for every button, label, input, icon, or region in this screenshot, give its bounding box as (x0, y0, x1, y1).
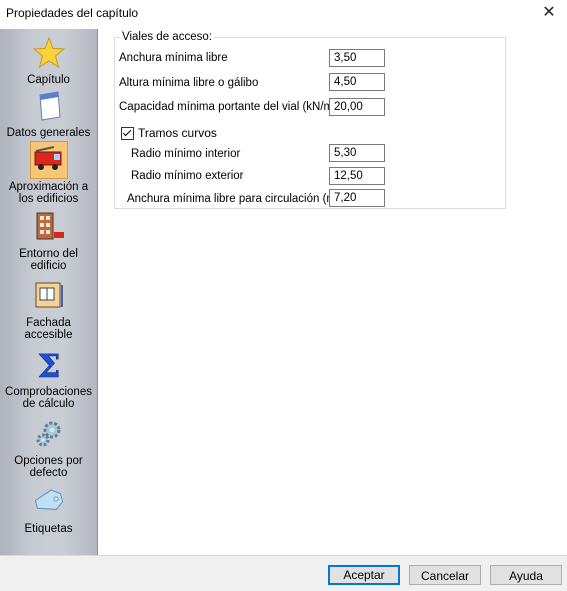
anchura-field[interactable] (329, 49, 385, 67)
sidebar-item-label: Comprobaciones de cálculo (5, 386, 92, 410)
radio-interior-label: Radio mínimo interior (131, 148, 241, 160)
viales-group: Viales de acceso: Anchura mínima libre A… (114, 31, 506, 209)
altura-field[interactable] (329, 73, 385, 91)
sidebar-item-label: Capítulo (27, 74, 70, 86)
radio-exterior-label: Radio mínimo exterior (131, 170, 244, 182)
sidebar-item-label: Etiquetas (24, 523, 73, 535)
capacidad-field[interactable] (329, 98, 385, 116)
sidebar-item-aproximacion[interactable]: Aproximación a los edificios (0, 141, 97, 205)
sidebar-item-entorno[interactable]: Entorno del edificio (0, 210, 97, 272)
sidebar-item-label: Aproximación a los edificios (8, 181, 89, 205)
radio-interior-field[interactable] (329, 144, 385, 162)
close-icon[interactable]: ✕ (539, 3, 559, 23)
sidebar-item-label: Datos generales (6, 127, 91, 139)
content-panel: Viales de acceso: Anchura mínima libre A… (98, 29, 567, 555)
sidebar-item-label: Fachada accesible (24, 317, 73, 341)
anchura-circulacion-label: Anchura mínima libre para circulación (m… (127, 193, 344, 205)
check-icon[interactable] (121, 126, 134, 140)
document-icon (38, 91, 61, 121)
gears-icon (36, 421, 60, 447)
building-icon (36, 212, 64, 240)
capacidad-label: Capacidad mínima portante del vial (kN/m… (119, 101, 344, 113)
sidebar-item-fachada[interactable]: Fachada accesible (0, 279, 97, 341)
help-button[interactable]: Ayuda (490, 565, 562, 585)
sidebar-item-datos-generales[interactable]: Datos generales (0, 89, 97, 139)
star-icon (32, 36, 65, 69)
sidebar: Capítulo Datos generales Aproximación a … (0, 29, 98, 555)
sidebar-item-opciones[interactable]: Opciones por defecto (0, 417, 97, 479)
fire-truck-icon (34, 146, 61, 170)
tag-icon (34, 489, 63, 510)
altura-label: Altura mínima libre o gálibo (119, 77, 259, 89)
sidebar-item-capitulo[interactable]: Capítulo (0, 36, 97, 86)
sidebar-item-label: Entorno del edificio (19, 248, 78, 272)
sidebar-item-label: Opciones por defecto (14, 455, 83, 479)
window-title: Propiedades del capítulo (6, 6, 139, 20)
button-bar: Aceptar Cancelar Ayuda (0, 555, 567, 591)
facade-icon (35, 282, 63, 308)
tramos-curvos-checkbox[interactable]: Tramos curvos (121, 126, 217, 140)
anchura-label: Anchura mínima libre (119, 52, 228, 64)
cancel-button[interactable]: Cancelar (409, 565, 481, 585)
accept-button[interactable]: Aceptar (328, 565, 400, 585)
tramos-curvos-label: Tramos curvos (138, 126, 217, 140)
sidebar-item-etiquetas[interactable]: Etiquetas (0, 485, 97, 535)
anchura-circulacion-field[interactable] (329, 189, 385, 207)
sidebar-item-comprobaciones[interactable]: Σ Comprobaciones de cálculo (0, 348, 97, 410)
sigma-icon: Σ (37, 348, 60, 382)
radio-exterior-field[interactable] (329, 167, 385, 185)
viales-legend: Viales de acceso: (120, 31, 214, 43)
svg-text:Σ: Σ (37, 348, 60, 382)
title-bar: Propiedades del capítulo ✕ (0, 0, 567, 28)
